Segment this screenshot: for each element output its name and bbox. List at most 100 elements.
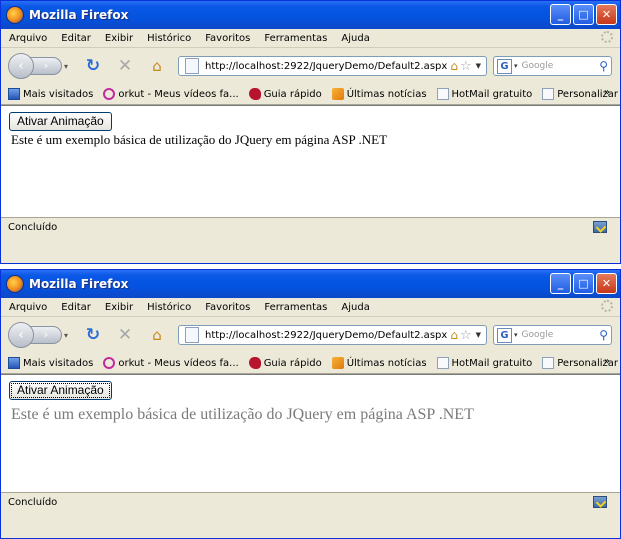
menu-favoritos[interactable]: Favoritos	[205, 33, 250, 44]
menu-favoritos[interactable]: Favoritos	[205, 302, 250, 313]
menu-editar[interactable]: Editar	[61, 33, 91, 44]
bookmarks-toolbar: Mais visitados orkut - Meus vídeos fa...…	[1, 84, 621, 105]
search-placeholder[interactable]: Google	[522, 61, 600, 71]
bookmark-hotmail[interactable]: HotMail gratuito	[436, 88, 533, 100]
bookmark-label: Personalizar links	[557, 357, 621, 369]
status-bar: Concluído	[1, 492, 620, 512]
bookmark-label: Mais visitados	[23, 88, 94, 100]
search-engine-dropdown-icon[interactable]: ▾	[514, 331, 518, 339]
bookmark-label: HotMail gratuito	[451, 357, 533, 369]
search-engine-dropdown-icon[interactable]: ▾	[514, 62, 518, 70]
page-icon	[185, 58, 199, 74]
chevron-more-icon[interactable]: »	[604, 356, 610, 367]
window-title: Mozilla Firefox	[29, 277, 129, 291]
magnifier-icon[interactable]: ⚲	[599, 59, 608, 73]
status-text: Concluído	[8, 497, 58, 508]
minimize-button[interactable]: _	[550, 4, 571, 25]
rss-icon	[331, 357, 344, 369]
menu-ferramentas[interactable]: Ferramentas	[264, 302, 327, 313]
guia-icon	[248, 88, 261, 100]
maximize-button[interactable]: □	[573, 4, 594, 25]
bookmark-orkut[interactable]: orkut - Meus vídeos fa...	[103, 357, 239, 369]
stop-icon[interactable]: ✕	[116, 57, 134, 75]
google-icon[interactable]: G	[497, 58, 512, 74]
bookmark-ultimas-noticias[interactable]: Últimas notícias	[331, 88, 427, 100]
maximize-button[interactable]: □	[573, 273, 594, 294]
url-dropdown-icon[interactable]: ▼	[476, 331, 481, 339]
menu-ajuda[interactable]: Ajuda	[341, 302, 369, 313]
home-icon[interactable]: ⌂	[148, 57, 166, 75]
orkut-icon	[103, 357, 116, 369]
window-title: Mozilla Firefox	[29, 8, 129, 22]
status-text: Concluído	[8, 222, 58, 233]
animate-button[interactable]: Ativar Animação	[9, 112, 112, 131]
page-content: Ativar Animação Este é um exemplo básica…	[1, 374, 620, 492]
search-box[interactable]: G ▾ Google ⚲	[493, 56, 612, 76]
reload-icon[interactable]: ↻	[84, 57, 102, 75]
reload-icon[interactable]: ↻	[84, 326, 102, 344]
search-box[interactable]: G ▾ Google ⚲	[493, 325, 612, 345]
history-dropdown-icon[interactable]: ▾	[64, 62, 68, 71]
back-button[interactable]: ‹	[8, 53, 34, 79]
bookmark-label: HotMail gratuito	[451, 88, 533, 100]
bookmarks-toolbar: Mais visitados orkut - Meus vídeos fa...…	[1, 353, 621, 374]
url-text[interactable]: http://localhost:2922/JqueryDemo/Default…	[205, 330, 450, 341]
rss-icon	[331, 88, 344, 100]
chevron-more-icon[interactable]: »	[604, 87, 610, 98]
page-icon	[542, 357, 555, 369]
star-icon[interactable]: ☆	[460, 328, 472, 343]
bookmark-guia-rapido[interactable]: Guia rápido	[248, 88, 322, 100]
addon-status-icon[interactable]	[593, 496, 607, 508]
page-content: Ativar Animação Este é um exemplo básica…	[1, 105, 620, 217]
folder-icon	[8, 357, 20, 369]
menu-editar[interactable]: Editar	[61, 302, 91, 313]
bookmark-label: Últimas notícias	[346, 357, 427, 369]
forward-button[interactable]: ›	[30, 57, 62, 75]
search-placeholder[interactable]: Google	[522, 330, 600, 340]
menu-exibir[interactable]: Exibir	[105, 302, 133, 313]
addon-status-icon[interactable]	[593, 221, 607, 233]
url-dropdown-icon[interactable]: ▼	[476, 62, 481, 70]
menu-arquivo[interactable]: Arquivo	[9, 302, 47, 313]
bookmark-label: Guia rápido	[263, 357, 322, 369]
star-icon[interactable]: ☆	[460, 59, 472, 74]
magnifier-icon[interactable]: ⚲	[599, 328, 608, 342]
menu-historico[interactable]: Histórico	[147, 302, 191, 313]
animate-button[interactable]: Ativar Animação	[9, 381, 112, 400]
status-bar: Concluído	[1, 217, 620, 237]
page-icon	[436, 357, 449, 369]
home-page-icon: ⌂	[450, 59, 458, 73]
bookmark-mais-visitados[interactable]: Mais visitados	[8, 357, 93, 369]
firefox-logo-icon	[6, 275, 24, 293]
url-bar[interactable]: http://localhost:2922/JqueryDemo/Default…	[178, 56, 487, 76]
menu-exibir[interactable]: Exibir	[105, 33, 133, 44]
home-page-icon: ⌂	[450, 328, 458, 342]
minimize-button[interactable]: _	[550, 273, 571, 294]
menu-bar: Arquivo Editar Exibir Histórico Favorito…	[1, 29, 620, 48]
bookmark-orkut[interactable]: orkut - Meus vídeos fa...	[103, 88, 239, 100]
stop-icon[interactable]: ✕	[116, 326, 134, 344]
menu-arquivo[interactable]: Arquivo	[9, 33, 47, 44]
url-bar[interactable]: http://localhost:2922/JqueryDemo/Default…	[178, 325, 487, 345]
close-button[interactable]: ✕	[596, 273, 617, 294]
home-icon[interactable]: ⌂	[148, 326, 166, 344]
history-dropdown-icon[interactable]: ▾	[64, 331, 68, 340]
url-text[interactable]: http://localhost:2922/JqueryDemo/Default…	[205, 61, 450, 72]
animated-content-text: Este é um exemplo básica de utilização d…	[11, 406, 474, 423]
title-bar: Mozilla Firefox _ □ ✕	[1, 1, 620, 29]
bookmark-ultimas-noticias[interactable]: Últimas notícias	[331, 357, 427, 369]
menu-ajuda[interactable]: Ajuda	[341, 33, 369, 44]
forward-button[interactable]: ›	[30, 326, 62, 344]
bookmark-label: Guia rápido	[263, 88, 322, 100]
bookmark-hotmail[interactable]: HotMail gratuito	[436, 357, 533, 369]
back-button[interactable]: ‹	[8, 322, 34, 348]
folder-icon	[8, 88, 20, 100]
menu-ferramentas[interactable]: Ferramentas	[264, 33, 327, 44]
bookmark-guia-rapido[interactable]: Guia rápido	[248, 357, 322, 369]
menu-historico[interactable]: Histórico	[147, 33, 191, 44]
bookmark-mais-visitados[interactable]: Mais visitados	[8, 88, 93, 100]
throbber-icon	[601, 300, 613, 312]
bookmark-label: orkut - Meus vídeos fa...	[118, 88, 239, 100]
close-button[interactable]: ✕	[596, 4, 617, 25]
google-icon[interactable]: G	[497, 327, 512, 343]
